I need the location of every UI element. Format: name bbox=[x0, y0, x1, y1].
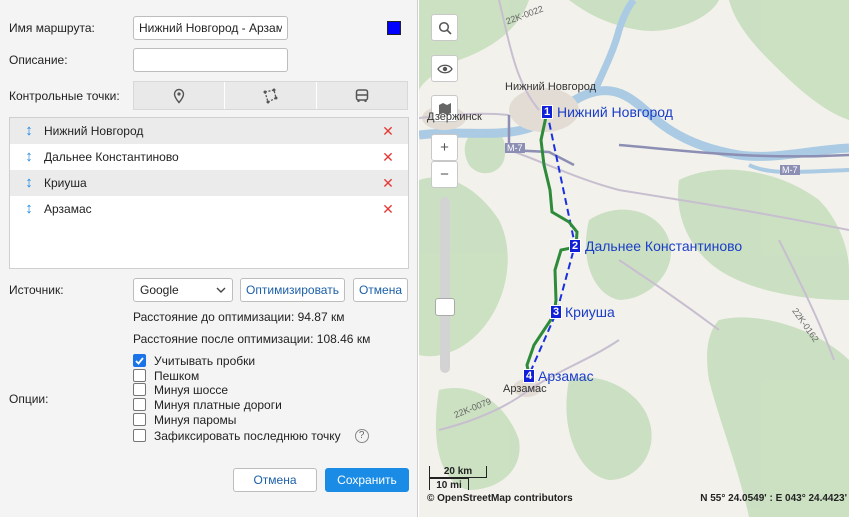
distance-before-text: Расстояние до оптимизации: 94.87 км bbox=[133, 310, 345, 324]
map-view[interactable]: + − Нижний Новгород Дзержинск Арзамас 2 2… bbox=[419, 0, 849, 517]
chevron-down-icon bbox=[216, 287, 226, 293]
scale-km: 20 km bbox=[429, 466, 487, 478]
route-marker-label: Нижний Новгород bbox=[557, 104, 673, 120]
minus-icon: − bbox=[440, 166, 449, 183]
source-value: Google bbox=[140, 283, 179, 297]
list-item[interactable]: ↕ Дальнее Константиново ✕ bbox=[10, 144, 408, 170]
map-pin-icon bbox=[173, 88, 185, 104]
option-walking[interactable]: Пешком bbox=[133, 368, 199, 383]
cancel-optimize-button[interactable]: Отмена bbox=[353, 278, 408, 302]
zoom-slider-handle[interactable] bbox=[435, 298, 455, 316]
drag-handle-icon[interactable]: ↕ bbox=[20, 144, 38, 170]
polygon-icon bbox=[263, 88, 278, 103]
zoom-out-button[interactable]: − bbox=[431, 161, 458, 188]
place-label: Арзамас bbox=[503, 383, 547, 395]
route-name-label: Имя маршрута: bbox=[9, 21, 95, 35]
distance-after-text: Расстояние после оптимизации: 108.46 км bbox=[133, 332, 371, 346]
source-label: Источник: bbox=[9, 283, 64, 297]
checkbox[interactable] bbox=[133, 369, 146, 382]
route-marker-3[interactable]: 3 bbox=[550, 305, 562, 319]
checkpoint-type-tabs bbox=[133, 81, 408, 110]
place-label: Нижний Новгород bbox=[505, 81, 597, 93]
checkpoints-list: ↕ Нижний Новгород ✕ ↕ Дальнее Константин… bbox=[9, 117, 409, 269]
delete-icon[interactable]: ✕ bbox=[380, 201, 396, 218]
map-search-button[interactable] bbox=[431, 14, 458, 41]
route-marker-2[interactable]: 2 bbox=[569, 239, 581, 253]
delete-icon[interactable]: ✕ bbox=[380, 123, 396, 140]
description-input[interactable] bbox=[133, 48, 288, 72]
point-name: Арзамас bbox=[44, 202, 92, 216]
option-label: Пешком bbox=[154, 368, 200, 383]
drag-handle-icon[interactable]: ↕ bbox=[20, 196, 38, 222]
list-item[interactable]: ↕ Криуша ✕ bbox=[10, 170, 408, 196]
eye-icon bbox=[436, 64, 453, 73]
map-visibility-button[interactable] bbox=[431, 55, 458, 82]
option-traffic[interactable]: Учитывать пробки bbox=[133, 353, 255, 368]
route-marker-label: Криуша bbox=[565, 304, 615, 320]
plus-icon: + bbox=[440, 139, 449, 156]
drag-handle-icon[interactable]: ↕ bbox=[20, 118, 38, 144]
point-name: Нижний Новгород bbox=[44, 124, 144, 138]
tab-bus-stop[interactable] bbox=[317, 82, 407, 109]
checkbox[interactable] bbox=[133, 429, 146, 442]
optimize-button[interactable]: Оптимизировать bbox=[240, 278, 345, 302]
list-item[interactable]: ↕ Нижний Новгород ✕ bbox=[10, 118, 408, 144]
option-avoid-tolls[interactable]: Минуя платные дороги bbox=[133, 397, 282, 412]
checkpoints-label: Контрольные точки: bbox=[9, 89, 120, 103]
point-name: Дальнее Константиново bbox=[44, 150, 179, 164]
route-marker-label: Арзамас bbox=[538, 368, 594, 384]
option-avoid-highways[interactable]: Минуя шоссе bbox=[133, 382, 228, 397]
checkbox[interactable] bbox=[133, 413, 146, 426]
option-label: Минуя паромы bbox=[154, 412, 237, 427]
zoom-in-button[interactable]: + bbox=[431, 134, 458, 161]
map-attribution[interactable]: © OpenStreetMap contributors bbox=[427, 493, 573, 504]
scale-mi: 10 mi bbox=[429, 478, 469, 491]
tab-polygon[interactable] bbox=[225, 82, 317, 109]
route-color-swatch[interactable] bbox=[387, 21, 401, 35]
tab-map-pin[interactable] bbox=[134, 82, 226, 109]
map-scale: 20 km 10 mi bbox=[429, 466, 489, 491]
zoom-slider[interactable] bbox=[440, 197, 450, 373]
cursor-coordinates: N 55° 24.0549' : E 043° 24.4423' bbox=[700, 493, 847, 504]
option-label: Учитывать пробки bbox=[154, 353, 256, 368]
drag-handle-icon[interactable]: ↕ bbox=[20, 170, 38, 196]
delete-icon[interactable]: ✕ bbox=[380, 149, 396, 166]
checkmark-icon bbox=[135, 356, 144, 365]
bus-icon bbox=[355, 88, 369, 102]
road-label: M-7 bbox=[505, 143, 525, 153]
route-marker-label: Дальнее Константиново bbox=[585, 238, 743, 254]
source-select[interactable]: Google bbox=[133, 278, 233, 302]
point-name: Криуша bbox=[44, 176, 87, 190]
list-item[interactable]: ↕ Арзамас ✕ bbox=[10, 196, 408, 222]
option-label: Минуя платные дороги bbox=[154, 397, 282, 412]
option-label: Зафиксировать последнюю точку bbox=[154, 428, 341, 443]
place-label: Дзержинск bbox=[427, 111, 482, 123]
route-name-input[interactable] bbox=[133, 16, 288, 40]
description-label: Описание: bbox=[9, 53, 68, 67]
options-label: Опции: bbox=[9, 392, 49, 406]
map-tiles bbox=[419, 0, 849, 517]
delete-icon[interactable]: ✕ bbox=[380, 175, 396, 192]
road-label: M-7 bbox=[780, 165, 800, 175]
checkbox[interactable] bbox=[133, 354, 146, 367]
help-icon[interactable]: ? bbox=[354, 428, 369, 443]
checkbox[interactable] bbox=[133, 383, 146, 396]
checkbox[interactable] bbox=[133, 398, 146, 411]
route-marker-4[interactable]: 4 bbox=[523, 369, 535, 383]
route-marker-1[interactable]: 1 bbox=[541, 105, 553, 119]
save-button[interactable]: Сохранить bbox=[325, 468, 409, 492]
route-form-panel: Имя маршрута: Описание: Контрольные точк… bbox=[0, 0, 418, 517]
option-fix-last-point[interactable]: Зафиксировать последнюю точку ? bbox=[133, 428, 369, 443]
option-avoid-ferries[interactable]: Минуя паромы bbox=[133, 412, 236, 427]
option-label: Минуя шоссе bbox=[154, 382, 228, 397]
cancel-button[interactable]: Отмена bbox=[233, 468, 317, 492]
search-icon bbox=[438, 21, 452, 35]
